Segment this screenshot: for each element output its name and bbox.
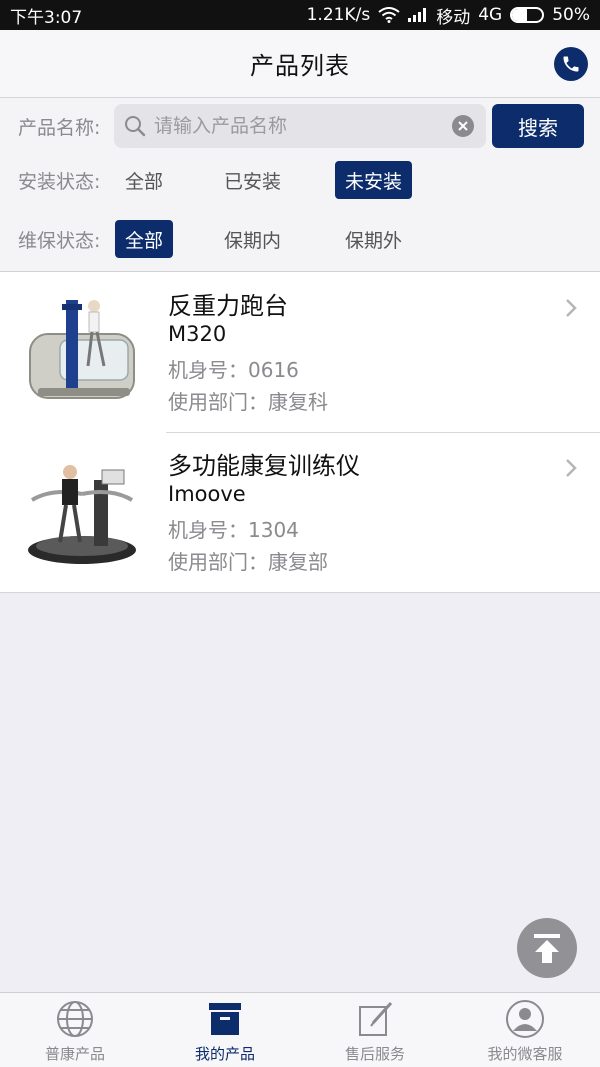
status-carrier: 移动 bbox=[436, 7, 471, 28]
warranty-filter-label: 维保状态: bbox=[18, 229, 101, 252]
search-button[interactable]: 搜索 bbox=[492, 104, 584, 148]
list-item[interactable]: 多功能康复训练仪 Imoove 机身号：1304 使用部门：康复部 bbox=[0, 432, 600, 592]
chevron-right-icon bbox=[566, 299, 577, 317]
warranty-option-out[interactable]: 保期外 bbox=[335, 220, 412, 258]
product-name: 反重力跑台 bbox=[168, 292, 288, 320]
search-input[interactable] bbox=[154, 115, 434, 137]
tab-label: 我的微客服 bbox=[487, 1045, 563, 1063]
box-icon bbox=[209, 1003, 241, 1035]
product-info: 反重力跑台 M320 机身号：0616 使用部门：康复科 bbox=[168, 286, 328, 418]
user-icon bbox=[506, 1000, 544, 1038]
status-speed: 1.21K/s bbox=[306, 5, 371, 25]
warranty-filter-row: 维保状态: bbox=[0, 220, 600, 258]
status-right: 1.21K/s 移动 4G 50% bbox=[307, 3, 590, 28]
call-button[interactable] bbox=[554, 47, 588, 81]
tab-pukang-products[interactable]: 普康产品 bbox=[0, 993, 150, 1067]
product-list: 反重力跑台 M320 机身号：0616 使用部门：康复科 多功能康复训练仪 Im… bbox=[0, 272, 600, 593]
wifi-icon bbox=[378, 7, 400, 23]
status-battery: 50% bbox=[552, 5, 590, 25]
name-filter-row: 产品名称: 搜索 bbox=[0, 104, 600, 148]
tab-after-sales[interactable]: 售后服务 bbox=[300, 993, 450, 1067]
search-icon bbox=[125, 116, 146, 137]
edit-icon bbox=[359, 1001, 393, 1036]
nav-header: 产品列表 bbox=[0, 30, 600, 98]
tab-my-products[interactable]: 我的产品 bbox=[150, 993, 300, 1067]
arrow-up-icon bbox=[534, 934, 560, 963]
install-option-installed[interactable]: 已安装 bbox=[214, 161, 291, 199]
warranty-option-all[interactable]: 全部 bbox=[115, 220, 174, 258]
back-to-top-button[interactable] bbox=[517, 918, 577, 978]
product-serial: 机身号：0616 bbox=[168, 358, 299, 382]
warranty-option-in[interactable]: 保期内 bbox=[214, 220, 291, 258]
rehab-trainer-image bbox=[28, 465, 136, 564]
treadmill-image bbox=[29, 300, 135, 399]
tab-my-service[interactable]: 我的微客服 bbox=[450, 993, 600, 1067]
clear-search-button[interactable] bbox=[452, 115, 474, 137]
product-serial: 机身号：1304 bbox=[168, 518, 299, 542]
page-title: 产品列表 bbox=[250, 52, 350, 80]
install-option-all[interactable]: 全部 bbox=[115, 161, 173, 199]
status-network: 4G bbox=[478, 5, 503, 25]
phone-icon bbox=[563, 56, 579, 72]
product-model: Imoove bbox=[168, 482, 246, 506]
battery-icon bbox=[510, 7, 545, 23]
product-department: 使用部门：康复科 bbox=[168, 390, 328, 414]
product-model: M320 bbox=[168, 322, 227, 346]
install-option-not-installed[interactable]: 未安装 bbox=[335, 161, 413, 199]
search-box bbox=[114, 104, 486, 148]
close-icon bbox=[458, 121, 468, 131]
globe-icon bbox=[57, 1001, 93, 1037]
tab-label: 售后服务 bbox=[344, 1045, 405, 1063]
tab-bar: 普康产品 我的产品 售后服务 我的微客服 bbox=[0, 992, 600, 1067]
product-department: 使用部门：康复部 bbox=[168, 550, 328, 574]
filter-panel: 产品名称: 搜索 安装状态: 全部 已安装 未安装 维保状态: 全部 保期内 保… bbox=[0, 98, 600, 272]
install-filter-label: 安装状态: bbox=[18, 170, 101, 193]
status-bar: 下午3:07 1.21K/s 移动 4G 50% bbox=[0, 0, 600, 30]
product-info: 多功能康复训练仪 Imoove 机身号：1304 使用部门：康复部 bbox=[168, 446, 360, 578]
status-time: 下午3:07 bbox=[10, 7, 83, 28]
tab-label: 普康产品 bbox=[44, 1045, 105, 1063]
tab-label: 我的产品 bbox=[194, 1045, 255, 1063]
name-filter-label: 产品名称: bbox=[18, 116, 101, 139]
chevron-right-icon bbox=[566, 459, 577, 477]
install-filter-row: 安装状态: bbox=[0, 161, 600, 199]
signal-icon bbox=[408, 8, 427, 22]
list-item[interactable]: 反重力跑台 M320 机身号：0616 使用部门：康复科 bbox=[0, 272, 600, 432]
product-name: 多功能康复训练仪 bbox=[168, 452, 360, 480]
battery-fill bbox=[512, 9, 528, 21]
